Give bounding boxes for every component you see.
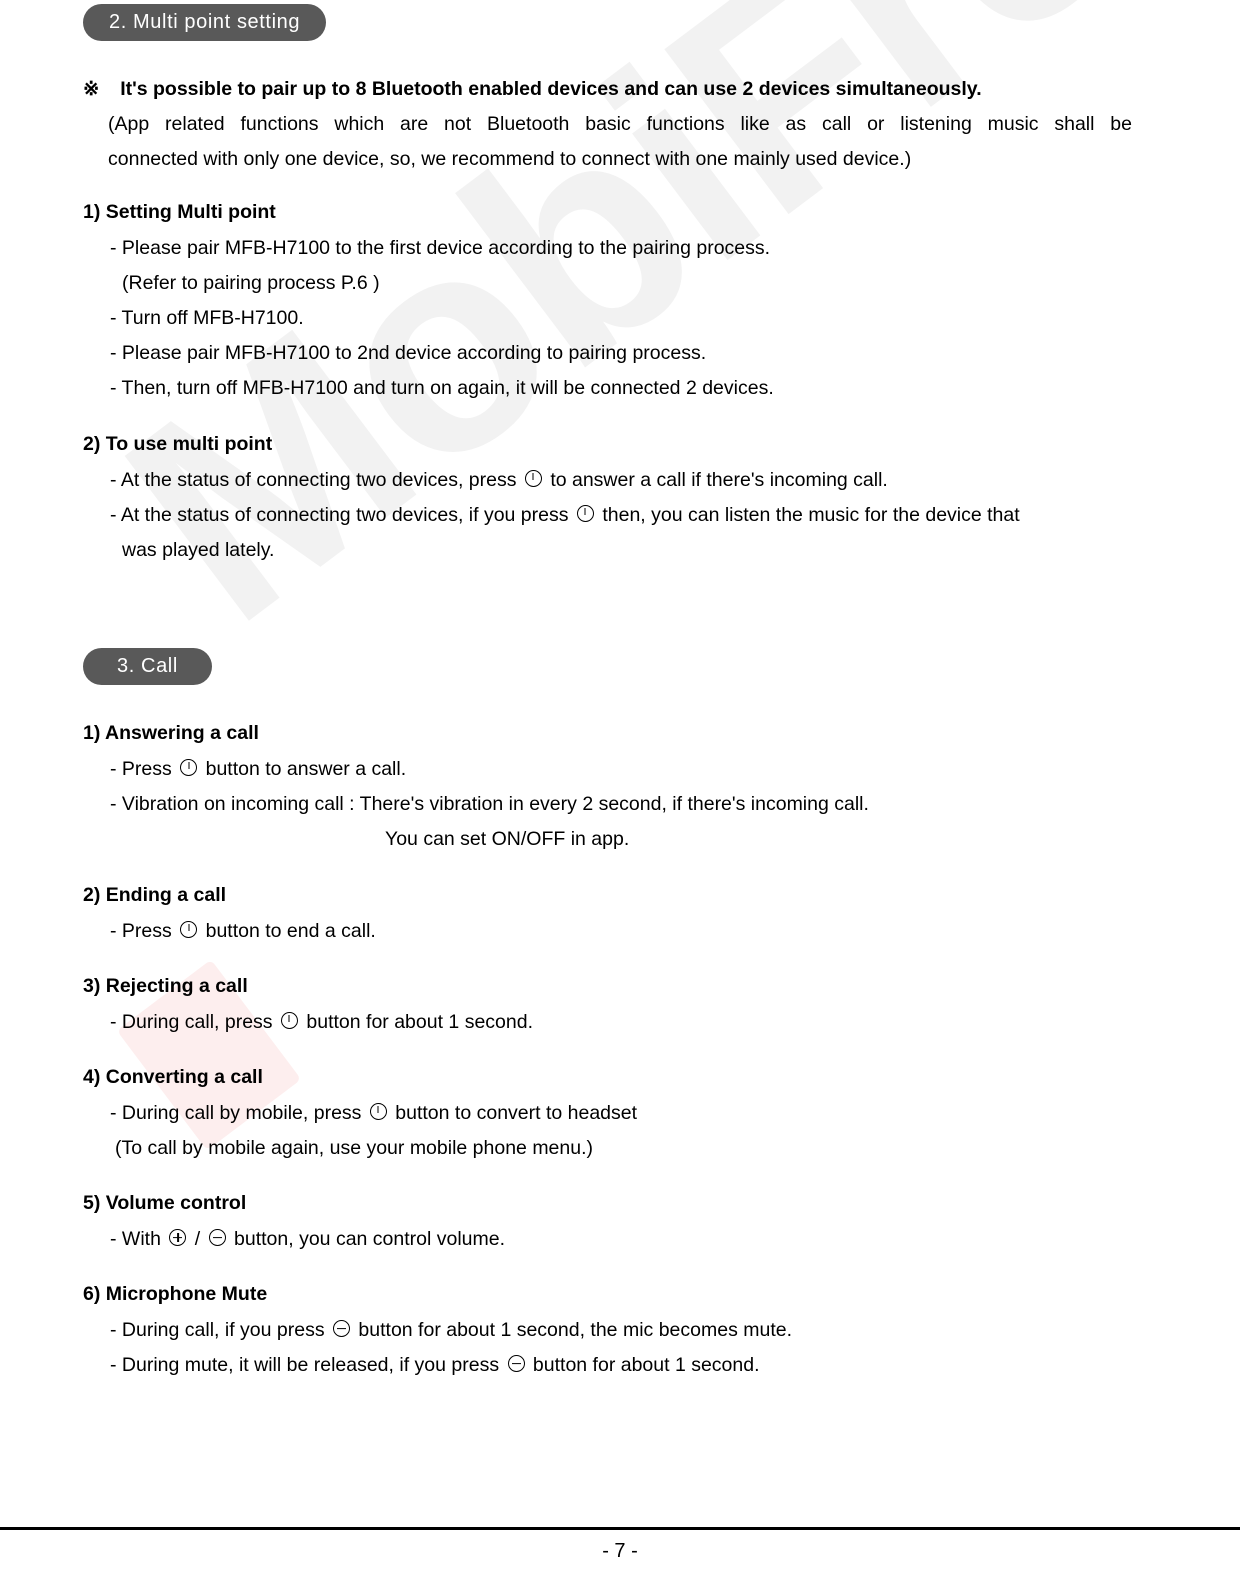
mfb-button-icon <box>576 505 594 522</box>
section-tab-call: 3. Call <box>83 648 212 685</box>
page-number: - 7 - <box>602 1540 638 1562</box>
list-item-text: - At the status of connecting two device… <box>110 469 517 491</box>
list-item: - During call, press button for about 1 … <box>110 1005 533 1040</box>
note-parenthetical: (App related functions which are not Blu… <box>108 107 1132 177</box>
list-item: - During mute, it will be released, if y… <box>110 1348 760 1383</box>
list-item: - Vibration on incoming call : There's v… <box>110 793 869 815</box>
list-item: - Turn off MFB-H7100. <box>110 307 304 329</box>
list-item: - During call, if you press button for a… <box>110 1313 792 1348</box>
heading-rejecting-a-call: 3) Rejecting a call <box>83 975 248 997</box>
mfb-button-icon <box>280 1012 298 1029</box>
list-item: - With / button, you can control volume. <box>110 1222 505 1257</box>
list-item-text: - During call, press <box>110 1011 273 1033</box>
list-item: - Please pair MFB-H7100 to 2nd device ac… <box>110 342 707 364</box>
note-marker: ※ <box>83 78 100 100</box>
list-item: (To call by mobile again, use your mobil… <box>115 1137 594 1159</box>
list-item: was played lately. <box>122 539 275 561</box>
list-item: - At the status of connecting two device… <box>110 498 1020 533</box>
footer-divider <box>0 1527 1240 1530</box>
list-item-text: to answer a call if there's incoming cal… <box>550 469 888 491</box>
note-headline: It's possible to pair up to 8 Bluetooth … <box>120 78 982 100</box>
list-item-text: - Press <box>110 758 172 780</box>
list-item-text: button, you can control volume. <box>234 1228 506 1250</box>
heading-microphone-mute: 6) Microphone Mute <box>83 1283 268 1305</box>
mfb-button-icon <box>180 759 198 776</box>
mfb-button-icon <box>369 1103 387 1120</box>
heading-ending-a-call: 2) Ending a call <box>83 884 227 906</box>
heading-answering-a-call: 1) Answering a call <box>83 722 259 744</box>
list-item: (Refer to pairing process P.6 ) <box>122 272 380 294</box>
volume-up-icon <box>169 1229 187 1246</box>
mfb-button-icon <box>180 921 198 938</box>
list-item-text: - With <box>110 1228 161 1250</box>
note-paren-line-1: (App related functions which are not Blu… <box>108 113 1132 135</box>
list-item-text: - Press <box>110 920 172 942</box>
heading-to-use-multi-point: 2) To use multi point <box>83 433 273 455</box>
note-paren-line-2: connected with only one device, so, we r… <box>108 148 912 170</box>
heading-setting-multi-point: 1) Setting Multi point <box>83 201 276 223</box>
heading-converting-a-call: 4) Converting a call <box>83 1066 263 1088</box>
list-item-text: button to convert to headset <box>395 1102 638 1124</box>
list-item-text: button for about 1 second. <box>532 1354 760 1376</box>
list-item-text: button to end a call. <box>205 920 376 942</box>
list-item: - During call by mobile, press button to… <box>110 1096 637 1131</box>
list-item: - At the status of connecting two device… <box>110 463 888 498</box>
list-item-text: button to answer a call. <box>205 758 407 780</box>
volume-down-icon <box>333 1320 350 1337</box>
list-item-text: - During mute, it will be released, if y… <box>110 1354 500 1376</box>
list-item-text: - At the status of connecting two device… <box>110 504 569 526</box>
volume-down-icon <box>208 1229 226 1246</box>
manual-page: MobiFren 2. Multi point setting ※ It's p… <box>0 0 1240 1596</box>
note-headline-row: ※ It's possible to pair up to 8 Bluetoot… <box>83 72 982 107</box>
list-item: - Press button to answer a call. <box>110 752 406 787</box>
heading-volume-control: 5) Volume control <box>83 1192 247 1214</box>
list-item-text: button for about 1 second, the mic becom… <box>358 1319 793 1341</box>
mfb-button-icon <box>524 470 542 487</box>
section-tab-multi-point: 2. Multi point setting <box>83 4 327 41</box>
volume-down-icon <box>507 1355 525 1372</box>
list-item: - Press button to end a call. <box>110 914 376 949</box>
list-item-text: - During call, if you press <box>110 1319 325 1341</box>
list-item: - Please pair MFB-H7100 to the first dev… <box>110 237 771 259</box>
list-item-text: then, you can listen the music for the d… <box>602 504 1020 526</box>
list-item-text: - During call by mobile, press <box>110 1102 362 1124</box>
list-item: - Then, turn off MFB-H7100 and turn on a… <box>110 377 774 399</box>
list-item-text: button for about 1 second. <box>306 1011 533 1033</box>
separator: / <box>194 1228 201 1250</box>
list-item: You can set ON/OFF in app. <box>385 828 630 850</box>
